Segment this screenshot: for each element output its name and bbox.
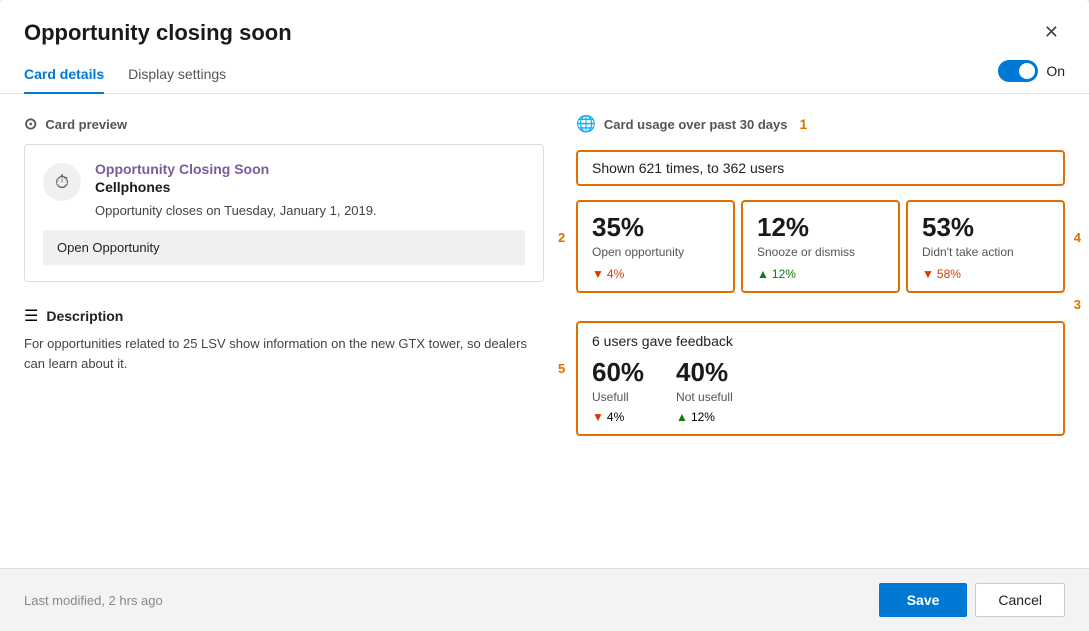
card-text-block: Opportunity Closing Soon Cellphones Oppo… [95, 161, 377, 218]
card-preview-section: ⊙ Card preview ⏱ Opportunity Closing Soo… [24, 114, 544, 282]
description-section: ☰ Description For opportunities related … [24, 306, 544, 373]
arrow-up-icon: ▲ [757, 267, 769, 281]
stat-no-action-percent: 53% [922, 212, 1049, 243]
card-preview-label: Card preview [45, 117, 127, 132]
description-text: For opportunities related to 25 LSV show… [24, 334, 544, 373]
toggle-area: On [998, 60, 1065, 90]
stat-no-action-change: ▼58% [922, 267, 1049, 281]
preview-icon: ⊙ [24, 114, 37, 134]
usage-heading-row: 🌐 Card usage over past 30 days 1 [576, 114, 1065, 134]
toggle-thumb [1019, 63, 1035, 79]
stat-snooze-label: Snooze or dismiss [757, 245, 884, 259]
stats-row-wrapper: 2 4 35% Open opportunity ▼4% 12% Snooze … [576, 200, 1065, 293]
feedback-usefull-change: ▼4% [592, 410, 644, 424]
annot-4: 4 [1074, 230, 1081, 245]
stat-snooze-change: ▲12% [757, 267, 884, 281]
tab-card-details[interactable]: Card details [24, 58, 104, 94]
dialog: Opportunity closing soon ✕ Card details … [0, 0, 1089, 631]
card-preview-box: ⏱ Opportunity Closing Soon Cellphones Op… [24, 144, 544, 282]
description-heading-row: ☰ Description [24, 306, 544, 326]
arrow-down-icon: ▼ [592, 267, 604, 281]
on-off-toggle[interactable] [998, 60, 1038, 82]
close-button[interactable]: ✕ [1038, 18, 1065, 47]
stat-open-change: ▼4% [592, 267, 719, 281]
left-panel: ⊙ Card preview ⏱ Opportunity Closing Soo… [24, 114, 544, 548]
annot-2: 2 [558, 230, 565, 245]
tabs-bar: Card details Display settings On [0, 57, 1089, 94]
stat-open-label: Open opportunity [592, 245, 719, 259]
stat-snooze: 12% Snooze or dismiss ▲12% [741, 200, 900, 293]
card-body: Opportunity closes on Tuesday, January 1… [95, 203, 377, 218]
footer: Last modified, 2 hrs ago Save Cancel [0, 568, 1089, 631]
toggle-label: On [1046, 63, 1065, 79]
arrow-up-icon-2: ▲ [676, 410, 688, 424]
dialog-header: Opportunity closing soon ✕ [0, 0, 1089, 47]
feedback-wrapper: 5 6 users gave feedback 60% Usefull ▼4% … [576, 321, 1065, 436]
save-button[interactable]: Save [879, 583, 968, 617]
card-top: ⏱ Opportunity Closing Soon Cellphones Op… [43, 161, 525, 218]
main-content: ⊙ Card preview ⏱ Opportunity Closing Soo… [0, 94, 1089, 568]
annot-5: 5 [558, 361, 565, 376]
open-opportunity-button[interactable]: Open Opportunity [43, 230, 525, 265]
card-icon-wrap: ⏱ [43, 163, 81, 201]
stat-no-action-label: Didn't take action [922, 245, 1049, 259]
stat-snooze-percent: 12% [757, 212, 884, 243]
feedback-not-usefull-change: ▲12% [676, 410, 733, 424]
description-icon: ☰ [24, 306, 38, 326]
shown-times-text: Shown 621 times, to 362 users [592, 160, 784, 176]
description-label: Description [46, 308, 123, 324]
arrow-down-icon-2: ▼ [922, 267, 934, 281]
annot-3: 3 [1074, 297, 1081, 312]
feedback-not-usefull-percent: 40% [676, 357, 733, 388]
annot-1: 1 [799, 116, 807, 132]
tab-display-settings[interactable]: Display settings [128, 58, 226, 94]
card-title: Opportunity Closing Soon [95, 161, 377, 177]
feedback-usefull-percent: 60% [592, 357, 644, 388]
feedback-title: 6 users gave feedback [592, 333, 1049, 349]
feedback-usefull-label: Usefull [592, 390, 644, 404]
feedback-stat-usefull: 60% Usefull ▼4% [592, 357, 644, 424]
stat-no-action: 53% Didn't take action ▼58% [906, 200, 1065, 293]
dialog-title: Opportunity closing soon [24, 20, 292, 46]
right-panel: 🌐 Card usage over past 30 days 1 Shown 6… [576, 114, 1065, 548]
arrow-down-icon-3: ▼ [592, 410, 604, 424]
last-modified-text: Last modified, 2 hrs ago [24, 593, 163, 608]
stat-open-percent: 35% [592, 212, 719, 243]
footer-buttons: Save Cancel [879, 583, 1065, 617]
feedback-box: 6 users gave feedback 60% Usefull ▼4% 40… [576, 321, 1065, 436]
card-preview-heading: ⊙ Card preview [24, 114, 544, 134]
card-subtitle: Cellphones [95, 179, 377, 195]
usage-heading-label: Card usage over past 30 days [604, 117, 788, 132]
cancel-button[interactable]: Cancel [975, 583, 1065, 617]
usage-icon: 🌐 [576, 114, 596, 134]
feedback-not-usefull-label: Not usefull [676, 390, 733, 404]
feedback-stat-not-usefull: 40% Not usefull ▲12% [676, 357, 733, 424]
feedback-stats: 60% Usefull ▼4% 40% Not usefull ▲12% [592, 357, 1049, 424]
stat-open-opportunity: 35% Open opportunity ▼4% [576, 200, 735, 293]
card-timer-icon: ⏱ [55, 172, 69, 193]
shown-times-box: Shown 621 times, to 362 users [576, 150, 1065, 186]
